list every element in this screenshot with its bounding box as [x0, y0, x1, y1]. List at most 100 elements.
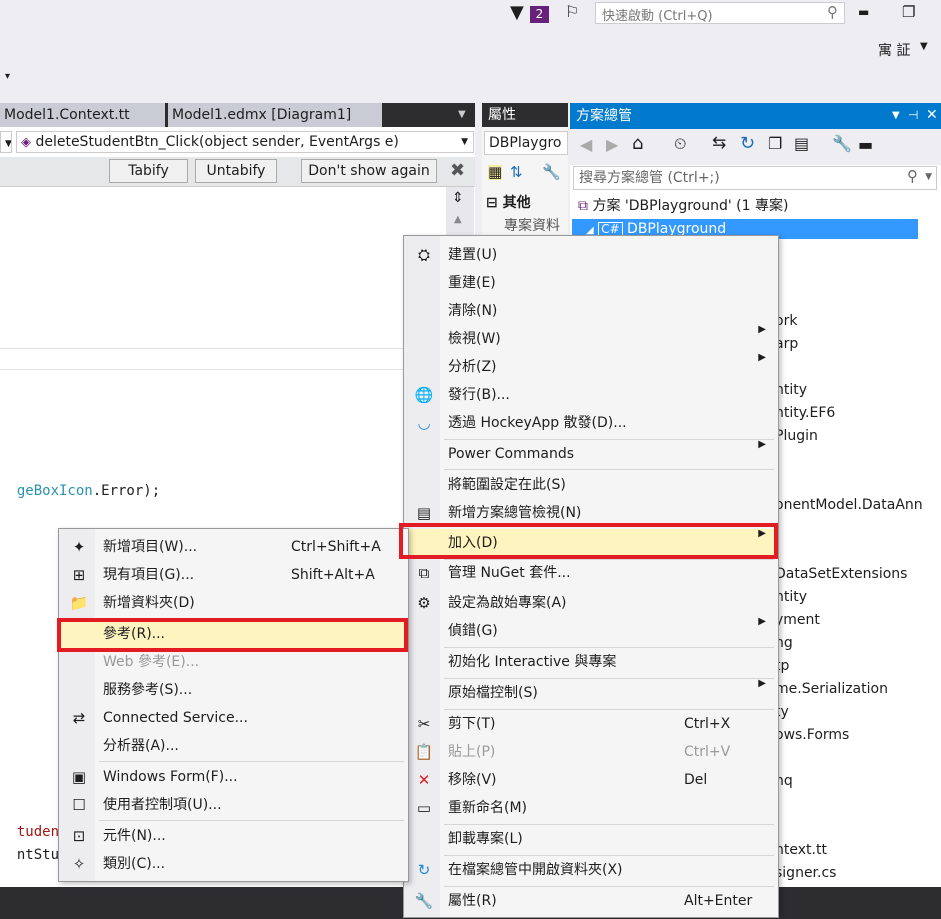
- property-category[interactable]: ⊟ 其他: [486, 192, 531, 212]
- chevron-down-icon[interactable]: ▼: [920, 42, 928, 52]
- add-submenu-item[interactable]: ⊞ 現有項目(G)... Shift+Alt+A: [59, 561, 408, 589]
- context-menu-item[interactable]: 重建(E): [404, 269, 778, 297]
- tree-item[interactable]: ntity.EF6: [775, 403, 835, 423]
- collapse-all-icon[interactable]: ❐: [768, 136, 782, 152]
- solution-explorer-title-bar: 方案總管 ▼ ⊣ ✕: [570, 103, 941, 129]
- menu-item-label: 現有項目(G)...: [103, 567, 195, 583]
- quick-launch-placeholder: 快速啟動 (Ctrl+Q): [602, 9, 713, 24]
- context-menu-item[interactable]: 卸載專案(L): [404, 825, 778, 853]
- context-menu-item[interactable]: ▤ 新增方案總管檢視(N): [404, 499, 778, 527]
- home-icon[interactable]: ⌂: [632, 135, 643, 153]
- add-submenu-item[interactable]: 參考(R)...: [59, 620, 408, 648]
- chevron-down-icon[interactable]: ▼: [892, 111, 900, 121]
- tree-item[interactable]: yment: [775, 610, 820, 630]
- categorized-icon[interactable]: ▦: [488, 165, 503, 180]
- history-icon[interactable]: ⏲: [674, 136, 686, 152]
- scroll-up-icon[interactable]: ▲: [454, 215, 462, 225]
- member-dropdown[interactable]: ◈ deleteStudentBtn_Click(object sender, …: [16, 131, 474, 153]
- menu-item-shortcut: Shift+Alt+A: [291, 567, 375, 583]
- split-icon[interactable]: ⇕: [452, 191, 464, 205]
- search-icon[interactable]: ⚲: [907, 169, 918, 184]
- tree-item[interactable]: ntext.tt: [775, 840, 827, 860]
- account-label[interactable]: 寓 証: [878, 40, 910, 60]
- tree-item[interactable]: me.Serialization: [775, 679, 888, 699]
- pin-icon[interactable]: ⊣: [908, 109, 918, 121]
- add-submenu-item[interactable]: ✦ 新增項目(W)... Ctrl+Shift+A: [59, 533, 408, 561]
- context-menu-item[interactable]: Power Commands ▶: [404, 440, 778, 468]
- add-submenu-item[interactable]: ▣ Windows Form(F)...: [59, 763, 408, 791]
- context-menu-item[interactable]: ✕ 移除(V) Del: [404, 766, 778, 794]
- back-icon[interactable]: ◀: [580, 137, 592, 153]
- chevron-down-icon[interactable]: ▼: [925, 173, 932, 182]
- context-menu-item[interactable]: ↻ 在檔案總管中開啟資料夾(X): [404, 856, 778, 884]
- notification-badge[interactable]: 2: [530, 6, 549, 23]
- minimize-button[interactable]: ▬: [858, 5, 869, 19]
- context-menu-item[interactable]: 清除(N): [404, 297, 778, 325]
- context-menu-item[interactable]: 分析(Z) ▶: [404, 353, 778, 381]
- tree-item[interactable]: DataSetExtensions: [775, 564, 907, 584]
- add-submenu-item[interactable]: ✧ 類別(C)...: [59, 850, 408, 878]
- tree-item[interactable]: ntity: [775, 587, 807, 607]
- context-menu-item[interactable]: ⛭ 建置(U): [404, 241, 778, 269]
- menu-item-label: 發行(B)...: [448, 387, 510, 403]
- properties-object-dropdown[interactable]: DBPlaygro: [484, 131, 568, 155]
- dont-show-again-button[interactable]: Don't show again: [301, 159, 437, 183]
- add-submenu-item[interactable]: 📁 新增資料夾(D): [59, 589, 408, 617]
- context-menu-item[interactable]: ▭ 重新命名(M): [404, 794, 778, 822]
- menu-item-label: 將範圍設定在此(S): [448, 477, 566, 493]
- quick-launch-input[interactable]: 快速啟動 (Ctrl+Q) ⚲: [595, 2, 845, 24]
- context-menu-item[interactable]: ⧉ 管理 NuGet 套件...: [404, 559, 778, 587]
- menu-item-label: Windows Form(F)...: [103, 769, 238, 785]
- add-submenu-item[interactable]: ☐ 使用者控制項(U)...: [59, 791, 408, 819]
- show-all-files-icon[interactable]: ▤: [794, 136, 809, 152]
- alphabetical-icon[interactable]: ⇅: [510, 165, 523, 180]
- property-row[interactable]: 專案資料: [504, 215, 560, 235]
- untabify-button[interactable]: Untabify: [195, 159, 277, 183]
- context-menu-item[interactable]: 將範圍設定在此(S): [404, 471, 778, 499]
- context-menu-item[interactable]: ◡ 透過 HockeyApp 散發(D)...: [404, 409, 778, 437]
- submenu-arrow-icon: ▶: [758, 352, 766, 363]
- add-submenu-item[interactable]: 服務參考(S)...: [59, 676, 408, 704]
- tree-item[interactable]: onentModel.DataAnn: [775, 495, 923, 515]
- forward-icon[interactable]: ▶: [606, 137, 618, 153]
- context-menu-item[interactable]: 檢視(W) ▶: [404, 325, 778, 353]
- tab-model-diagram[interactable]: Model1.edmx [Diagram1]: [168, 103, 382, 127]
- code-token: .Error);: [92, 483, 161, 499]
- add-submenu-item[interactable]: ⇄ Connected Service...: [59, 704, 408, 732]
- context-menu-item[interactable]: 🌐 發行(B)...: [404, 381, 778, 409]
- tree-item[interactable]: ows.Forms: [775, 725, 849, 745]
- feedback-icon[interactable]: ⚐: [565, 4, 579, 20]
- context-menu-item[interactable]: ⚙ 設定為啟始專案(A): [404, 589, 778, 617]
- context-menu-item[interactable]: 加入(D) ▶: [404, 529, 778, 557]
- solution-search-input[interactable]: 搜尋方案總管 (Ctrl+;) ⚲ ▼: [573, 166, 937, 190]
- close-icon[interactable]: ✕: [926, 108, 938, 122]
- filter-icon[interactable]: ▼: [510, 4, 524, 22]
- tree-item[interactable]: ntity: [775, 380, 807, 400]
- context-menu-item[interactable]: 初始化 Interactive 與專案: [404, 648, 778, 676]
- tabify-button[interactable]: Tabify: [109, 159, 188, 183]
- tab-dropdown-icon[interactable]: ▼: [458, 110, 466, 120]
- context-menu-item[interactable]: 偵錯(G) ▶: [404, 617, 778, 645]
- gear-icon: ⚙: [417, 594, 431, 612]
- submenu-arrow-icon: ▶: [758, 678, 766, 689]
- type-dropdown[interactable]: ▼: [0, 131, 12, 153]
- tab-model-context[interactable]: Model1.Context.tt: [0, 103, 165, 127]
- collapse-icon[interactable]: ⊟: [486, 195, 498, 211]
- paste-icon: 📋: [414, 743, 434, 761]
- context-menu-item[interactable]: ✂ 剪下(T) Ctrl+X: [404, 710, 778, 738]
- tree-item[interactable]: Plugin: [775, 426, 818, 446]
- restore-button[interactable]: ❐: [902, 3, 915, 21]
- wrench-icon[interactable]: 🔧: [832, 136, 852, 152]
- solution-node[interactable]: ⧉ 方案 'DBPlayground' (1 專案): [578, 196, 788, 216]
- context-menu-item[interactable]: 原始檔控制(S) ▶: [404, 679, 778, 707]
- close-icon[interactable]: ✖: [450, 162, 465, 180]
- tree-item[interactable]: signer.cs: [775, 863, 836, 883]
- refresh-icon[interactable]: ↻: [740, 135, 755, 153]
- preview-icon[interactable]: ▬: [858, 137, 873, 153]
- wrench-icon[interactable]: 🔧: [542, 165, 561, 180]
- add-submenu-item[interactable]: 分析器(A)...: [59, 732, 408, 760]
- context-menu-item[interactable]: 🔧 屬性(R) Alt+Enter: [404, 887, 778, 915]
- sync-icon[interactable]: ⇆: [712, 135, 726, 152]
- overflow-icon[interactable]: ▾: [5, 72, 10, 82]
- add-submenu-item[interactable]: ⊡ 元件(N)...: [59, 822, 408, 850]
